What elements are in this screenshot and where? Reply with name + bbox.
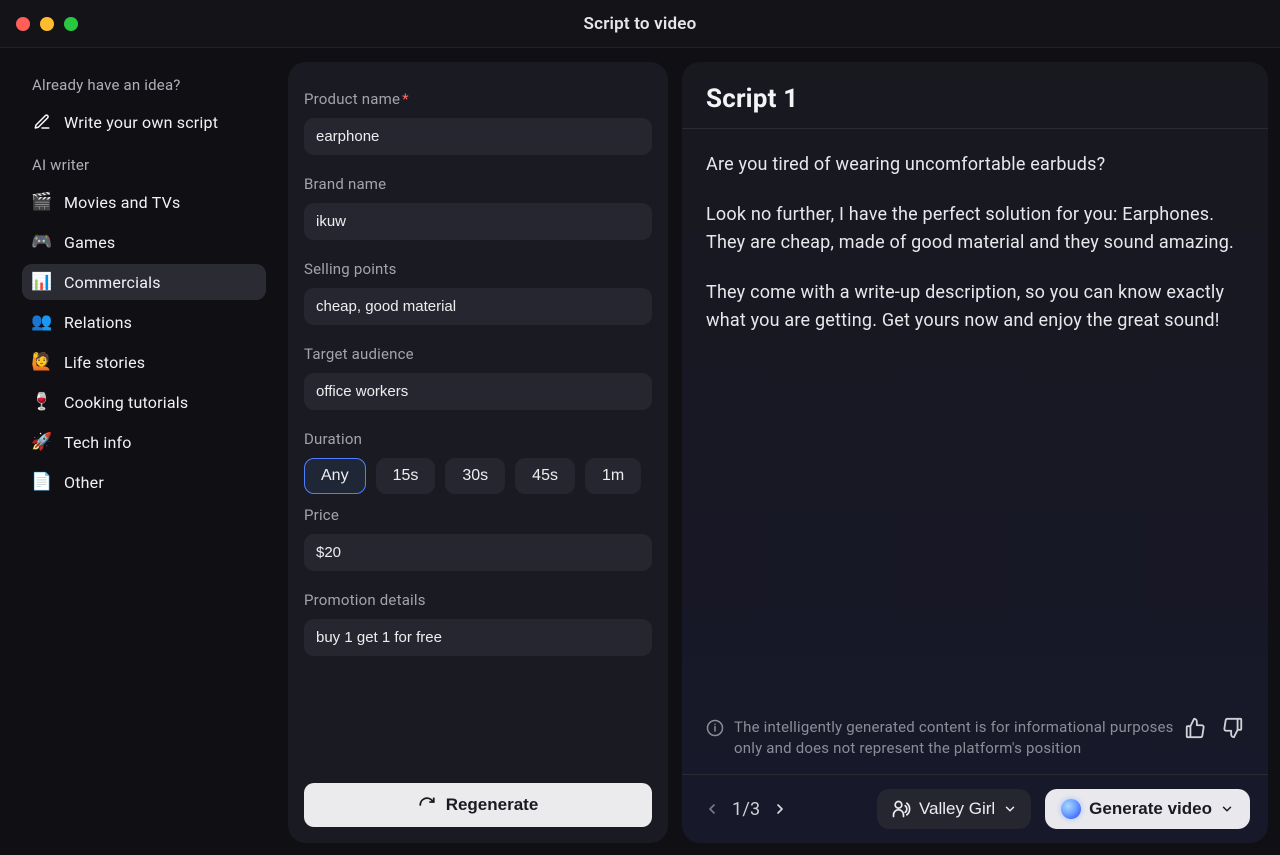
- script-title: Script 1: [706, 84, 1244, 114]
- pager-next-button[interactable]: [768, 797, 792, 821]
- sidebar-item-label: Relations: [64, 313, 132, 332]
- duration-chip-45s[interactable]: 45s: [515, 458, 575, 494]
- sidebar-item-label: Cooking tutorials: [64, 393, 188, 412]
- sidebar-item-movies[interactable]: 🎬 Movies and TVs: [22, 184, 266, 220]
- voice-icon: [891, 799, 911, 819]
- sidebar-item-life-stories[interactable]: 🙋 Life stories: [22, 344, 266, 380]
- refresh-icon: [418, 796, 436, 814]
- product-name-input[interactable]: [304, 118, 652, 155]
- brand-name-input[interactable]: [304, 203, 652, 240]
- sidebar-item-label: Other: [64, 473, 104, 492]
- sidebar-item-label: Tech info: [64, 433, 132, 452]
- regenerate-label: Regenerate: [446, 795, 539, 815]
- selling-points-input[interactable]: [304, 288, 652, 325]
- script-paragraph: They come with a write-up description, s…: [706, 279, 1244, 335]
- sidebar-item-other[interactable]: 📄 Other: [22, 464, 266, 500]
- price-label: Price: [304, 506, 652, 524]
- duration-chip-15s[interactable]: 15s: [376, 458, 436, 494]
- chevron-down-icon: [1220, 802, 1234, 816]
- ai-orb-icon: [1061, 799, 1081, 819]
- generate-video-button[interactable]: Generate video: [1045, 789, 1250, 829]
- script-paragraph: Look no further, I have the perfect solu…: [706, 201, 1244, 257]
- sidebar-item-write-own[interactable]: Write your own script: [22, 104, 266, 140]
- brand-name-label: Brand name: [304, 175, 652, 193]
- info-icon: [706, 719, 724, 737]
- script-body: Are you tired of wearing uncomfortable e…: [682, 129, 1268, 717]
- pager: 1/3: [700, 797, 792, 821]
- form-panel: Product name* Brand name Selling points …: [288, 62, 668, 843]
- person-wave-icon: 🙋: [32, 352, 52, 372]
- thumbs-up-button[interactable]: [1184, 717, 1206, 739]
- document-icon: 📄: [32, 472, 52, 492]
- duration-chip-group: Any 15s 30s 45s 1m: [304, 458, 652, 494]
- thumbs-down-button[interactable]: [1222, 717, 1244, 739]
- sidebar: Already have an idea? Write your own scr…: [12, 62, 274, 843]
- pager-prev-button[interactable]: [700, 797, 724, 821]
- sidebar-item-commercials[interactable]: 📊 Commercials: [22, 264, 266, 300]
- rocket-icon: 🚀: [32, 432, 52, 452]
- sidebar-heading-ai: AI writer: [32, 156, 266, 174]
- pencil-icon: [32, 112, 52, 132]
- price-input[interactable]: [304, 534, 652, 571]
- sidebar-item-label: Commercials: [64, 273, 161, 292]
- script-panel: Script 1 Are you tired of wearing uncomf…: [682, 62, 1268, 843]
- sidebar-item-tech[interactable]: 🚀 Tech info: [22, 424, 266, 460]
- chevron-down-icon: [1003, 802, 1017, 816]
- clapperboard-icon: 🎬: [32, 192, 52, 212]
- window-title: Script to video: [0, 14, 1280, 34]
- regenerate-button[interactable]: Regenerate: [304, 783, 652, 827]
- sidebar-item-label: Life stories: [64, 353, 145, 372]
- sidebar-item-relations[interactable]: 👥 Relations: [22, 304, 266, 340]
- chart-icon: 📊: [32, 272, 52, 292]
- sidebar-heading-idea: Already have an idea?: [32, 76, 266, 94]
- sidebar-item-label: Movies and TVs: [64, 193, 180, 212]
- sidebar-item-label: Write your own script: [64, 113, 218, 132]
- titlebar: Script to video: [0, 0, 1280, 48]
- rating-controls: [1184, 717, 1244, 739]
- promotion-input[interactable]: [304, 619, 652, 656]
- sidebar-item-cooking[interactable]: 🍷 Cooking tutorials: [22, 384, 266, 420]
- duration-chip-any[interactable]: Any: [304, 458, 366, 494]
- disclaimer-row: The intelligently generated content is f…: [682, 717, 1268, 775]
- promotion-label: Promotion details: [304, 591, 652, 609]
- gamepad-icon: 🎮: [32, 232, 52, 252]
- script-header: Script 1: [682, 62, 1268, 129]
- target-audience-label: Target audience: [304, 345, 652, 363]
- sidebar-item-games[interactable]: 🎮 Games: [22, 224, 266, 260]
- people-icon: 👥: [32, 312, 52, 332]
- duration-label: Duration: [304, 430, 652, 448]
- voice-label: Valley Girl: [919, 799, 995, 819]
- duration-chip-30s[interactable]: 30s: [445, 458, 505, 494]
- required-asterisk: *: [402, 90, 409, 108]
- wine-icon: 🍷: [32, 392, 52, 412]
- voice-selector[interactable]: Valley Girl: [877, 789, 1031, 829]
- pager-indicator: 1/3: [732, 799, 760, 820]
- duration-chip-1m[interactable]: 1m: [585, 458, 641, 494]
- sidebar-item-label: Games: [64, 233, 115, 252]
- generate-label: Generate video: [1089, 799, 1212, 819]
- selling-points-label: Selling points: [304, 260, 652, 278]
- script-paragraph: Are you tired of wearing uncomfortable e…: [706, 151, 1244, 179]
- target-audience-input[interactable]: [304, 373, 652, 410]
- product-name-label: Product name*: [304, 90, 652, 108]
- script-footer: 1/3 Valley Girl Generate video: [682, 774, 1268, 843]
- disclaimer-text: The intelligently generated content is f…: [734, 717, 1174, 761]
